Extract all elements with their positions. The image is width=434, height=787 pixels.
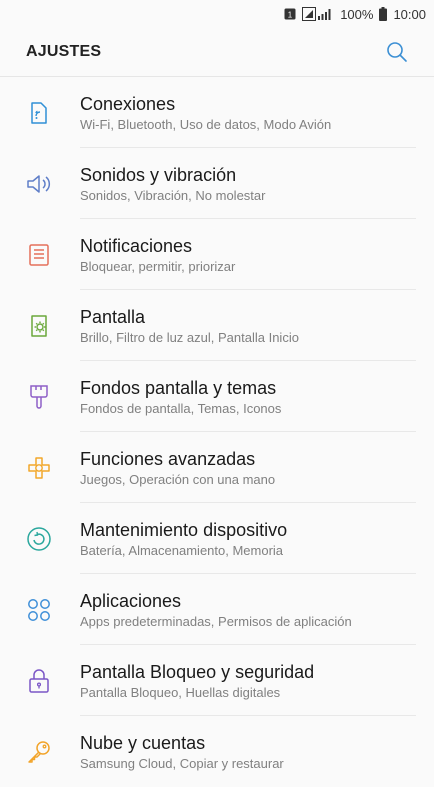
settings-item-fondos[interactable]: Fondos pantalla y temas Fondos de pantal… [0,361,434,432]
settings-item-subtitle: Sonidos, Vibración, No molestar [80,187,266,203]
svg-text:1: 1 [288,11,293,20]
settings-item-label: Nube y cuentas [80,732,206,753]
advanced-icon [26,455,52,481]
settings-item-subtitle: Batería, Almacenamiento, Memoria [80,542,284,558]
signal-icon [302,7,334,21]
settings-item-subtitle: Wi-Fi, Bluetooth, Uso de datos, Modo Avi… [80,116,332,132]
page-title: AJUSTES [26,43,102,60]
battery-percent: 100% [340,6,374,22]
settings-item-label: Notificaciones [80,235,193,256]
settings-item-subtitle: Pantalla Bloqueo, Huellas digitales [80,684,281,700]
connections-icon [26,100,52,126]
settings-item-subtitle: Samsung Cloud, Copiar y restaurar [80,755,284,771]
notifications-icon [26,242,52,268]
settings-item-label: Sonidos y vibración [80,164,237,185]
settings-item-pantalla[interactable]: Pantalla Brillo, Filtro de luz azul, Pan… [0,290,434,361]
sound-icon [26,171,52,197]
settings-item-aplicaciones[interactable]: Aplicaciones Apps predeterminadas, Permi… [0,574,434,645]
display-icon [26,313,52,339]
settings-item-label: Conexiones [80,93,176,114]
settings-item-label: Fondos pantalla y temas [80,377,277,398]
settings-item-mantenimiento[interactable]: Mantenimiento dispositivo Batería, Almac… [0,503,434,574]
notification-badge-icon: 1 [284,8,296,20]
app-header: AJUSTES [0,28,434,77]
lock-icon [26,668,52,694]
settings-item-nube[interactable]: Nube y cuentas Samsung Cloud, Copiar y r… [0,716,434,787]
maintenance-icon [26,526,52,552]
settings-item-funciones[interactable]: Funciones avanzadas Juegos, Operación co… [0,432,434,503]
settings-item-notificaciones[interactable]: Notificaciones Bloquear, permitir, prior… [0,219,434,290]
settings-item-subtitle: Bloquear, permitir, priorizar [80,258,236,274]
settings-item-label: Aplicaciones [80,590,182,611]
settings-item-label: Pantalla [80,306,146,327]
settings-item-subtitle: Brillo, Filtro de luz azul, Pantalla Ini… [80,329,299,345]
settings-item-label: Mantenimiento dispositivo [80,519,288,540]
clock: 10:00 [393,6,426,22]
settings-item-subtitle: Apps predeterminadas, Permisos de aplica… [80,613,352,629]
settings-item-sonidos[interactable]: Sonidos y vibración Sonidos, Vibración, … [0,148,434,219]
settings-item-label: Pantalla Bloqueo y seguridad [80,661,315,682]
settings-item-label: Funciones avanzadas [80,448,256,469]
settings-item-subtitle: Juegos, Operación con una mano [80,471,276,487]
key-icon [26,739,52,765]
search-button[interactable] [384,39,410,65]
apps-icon [26,597,52,623]
search-icon [387,42,407,62]
status-bar: 1 100% 10:00 [0,0,434,28]
settings-list: Conexiones Wi-Fi, Bluetooth, Uso de dato… [0,77,434,787]
wallpaper-icon [26,384,52,410]
battery-icon [379,7,388,21]
settings-item-conexiones[interactable]: Conexiones Wi-Fi, Bluetooth, Uso de dato… [0,77,434,148]
settings-item-bloqueo[interactable]: Pantalla Bloqueo y seguridad Pantalla Bl… [0,645,434,716]
settings-item-subtitle: Fondos de pantalla, Temas, Iconos [80,400,282,416]
